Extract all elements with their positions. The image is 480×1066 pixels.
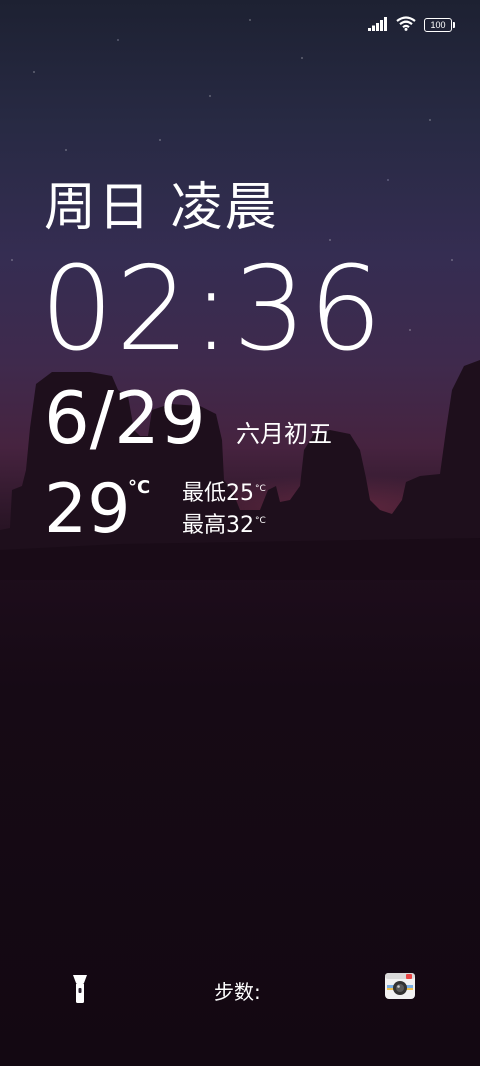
- wifi-icon: [396, 15, 416, 35]
- camera-icon[interactable]: [384, 971, 416, 1001]
- high-temperature-value: 32: [226, 513, 255, 538]
- low-temperature: 最低 25 °C: [182, 480, 266, 508]
- lunar-date: 六月初五: [236, 420, 332, 448]
- low-temperature-label: 最低: [182, 481, 227, 506]
- high-temperature: 最高 32 °C: [182, 512, 266, 540]
- high-temperature-label: 最高: [182, 513, 227, 538]
- temperature-unit: °C: [128, 477, 151, 498]
- low-temperature-unit: °C: [255, 484, 266, 494]
- step-counter: 步数:: [214, 980, 261, 1004]
- battery-icon: 100: [424, 18, 455, 32]
- day-label: 周日 凌晨: [44, 178, 279, 238]
- high-temperature-unit: °C: [255, 516, 266, 526]
- flashlight-icon[interactable]: [70, 972, 90, 1006]
- clock-time[interactable]: 02:36: [40, 250, 384, 370]
- current-temperature[interactable]: 29: [44, 472, 131, 548]
- date-label: 6/29: [44, 376, 206, 460]
- status-bar: 100: [368, 14, 455, 36]
- battery-level: 100: [430, 20, 446, 30]
- low-temperature-value: 25: [226, 481, 255, 506]
- signal-icon: [368, 16, 388, 35]
